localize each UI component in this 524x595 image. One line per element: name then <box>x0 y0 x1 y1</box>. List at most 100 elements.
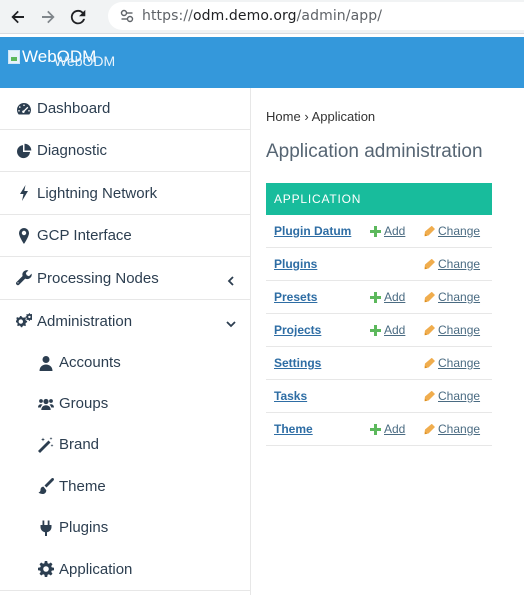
change-link[interactable]: Change <box>424 356 480 370</box>
breadcrumb: Home › Application <box>266 109 375 124</box>
sidebar-item-label: Diagnostic <box>37 142 108 159</box>
change-label: Change <box>438 224 481 238</box>
sidebar-item-dashboard[interactable]: Dashboard <box>0 88 250 130</box>
cog-icon <box>38 561 54 577</box>
change-link[interactable]: Change <box>424 323 480 337</box>
sidebar-subitem-label: Accounts <box>59 354 121 371</box>
chevron-left-icon <box>226 273 236 286</box>
change-label: Change <box>438 422 481 436</box>
reload-icon <box>70 9 86 24</box>
model-link[interactable]: Tasks <box>274 389 307 403</box>
sidebar-subitem-label: Theme <box>59 477 106 495</box>
brand-text: WebODM <box>54 53 116 69</box>
model-link[interactable]: Presets <box>274 290 317 304</box>
table-row: Plugins Change <box>266 248 492 281</box>
url-path: /admin/app/ <box>296 8 383 24</box>
model-link[interactable]: Plugins <box>274 257 317 271</box>
forward-button[interactable] <box>36 5 60 29</box>
map-marker-icon <box>16 227 32 244</box>
pencil-icon <box>424 357 435 368</box>
table-row: Settings Change <box>266 347 492 380</box>
sidebar-subitem-application[interactable]: Application <box>0 548 250 590</box>
sidebar-subitem-label: Brand <box>59 436 100 453</box>
plus-icon <box>370 225 381 237</box>
wrench-icon <box>16 270 32 286</box>
pencil-icon <box>424 423 435 434</box>
arrow-right-icon <box>42 10 55 23</box>
sidebar-subitem-groups[interactable]: Groups <box>0 383 250 424</box>
url-text: https://odm.demo.org/admin/app/ <box>142 8 382 24</box>
model-link[interactable]: Theme <box>274 422 313 436</box>
sidebar-item-processing-nodes[interactable]: Processing Nodes <box>0 257 250 300</box>
sidebar-item-label: Administration <box>37 312 133 330</box>
back-button[interactable] <box>6 5 30 29</box>
pencil-icon <box>424 291 435 302</box>
add-link[interactable]: Add <box>370 422 405 436</box>
table-row: Tasks Change <box>266 380 492 413</box>
sidebar-item-lightning-network[interactable]: Lightning Network <box>0 172 250 215</box>
change-label: Change <box>438 290 481 304</box>
change-link[interactable]: Change <box>424 257 480 271</box>
change-link[interactable]: Change <box>424 224 480 238</box>
change-link[interactable]: Change <box>424 389 480 403</box>
sidebar-subitem-label: Application <box>59 560 133 578</box>
table-row: Presets Add Change <box>266 281 492 314</box>
add-label: Add <box>384 224 406 238</box>
pie-chart-icon <box>16 143 32 159</box>
change-label: Change <box>438 356 481 370</box>
table-row: Plugin Datum Add Change <box>266 215 492 248</box>
sidebar-item-administration[interactable]: Administration <box>0 300 250 342</box>
plug-icon <box>38 520 54 536</box>
chevron-down-icon <box>226 316 236 328</box>
sidebar-subitem-brand[interactable]: Brand <box>0 424 250 465</box>
bolt-icon <box>16 185 32 201</box>
sidebar-item-gcp-interface[interactable]: GCP Interface <box>0 215 250 257</box>
reload-button[interactable] <box>66 5 90 29</box>
table-row: Projects Add Change <box>266 314 492 347</box>
page-title: Application administration <box>266 141 483 162</box>
model-link[interactable]: Projects <box>274 323 321 337</box>
url-host: odm.demo.org <box>192 8 297 24</box>
arrow-left-icon <box>11 10 24 23</box>
model-link[interactable]: Plugin Datum <box>274 224 351 238</box>
sidebar-item-diagnostic[interactable]: Diagnostic <box>0 130 250 172</box>
app-module-table: APPLICATION Plugin Datum Add Change Plugins… <box>266 183 492 446</box>
paint-brush-icon <box>38 478 54 494</box>
sidebar-subitem-theme[interactable]: Theme <box>0 465 250 507</box>
change-label: Change <box>438 323 481 337</box>
sidebar-subitem-label: Groups <box>59 395 109 412</box>
add-link[interactable]: Add <box>370 290 405 304</box>
add-link[interactable]: Add <box>370 224 405 238</box>
sidebar-item-label: Dashboard <box>37 100 111 117</box>
magic-icon <box>38 436 54 453</box>
sidebar-subitem-plugins[interactable]: Plugins <box>0 507 250 548</box>
breadcrumb-home-link[interactable]: Home <box>266 109 301 124</box>
sidebar-item-label: Lightning Network <box>37 184 158 202</box>
sidebar-subitem-accounts[interactable]: Accounts <box>0 342 250 383</box>
module-caption[interactable]: APPLICATION <box>266 183 492 215</box>
users-icon <box>38 396 54 412</box>
sidebar-item-label: GCP Interface <box>37 227 132 244</box>
browser-toolbar: https://odm.demo.org/admin/app/ <box>0 0 524 34</box>
pencil-icon <box>424 258 435 269</box>
change-link[interactable]: Change <box>424 422 480 436</box>
user-icon <box>38 355 54 371</box>
sidebar-subitem-label: Plugins <box>59 519 109 536</box>
plus-icon <box>370 423 381 435</box>
add-label: Add <box>384 323 406 337</box>
pencil-icon <box>424 225 435 236</box>
breadcrumb-separator: › <box>304 109 309 124</box>
address-bar[interactable]: https://odm.demo.org/admin/app/ <box>108 2 524 30</box>
site-info-icon[interactable] <box>120 9 134 23</box>
cogs-icon <box>16 313 32 329</box>
change-link[interactable]: Change <box>424 290 480 304</box>
main-content: Home › Application Application administr… <box>251 88 524 595</box>
model-link[interactable]: Settings <box>274 356 321 370</box>
plus-icon <box>370 324 381 336</box>
url-scheme: https:// <box>142 8 193 24</box>
broken-image-icon <box>8 50 20 64</box>
add-label: Add <box>384 290 406 304</box>
dashboard-icon <box>16 101 32 117</box>
add-label: Add <box>384 422 406 436</box>
add-link[interactable]: Add <box>370 323 405 337</box>
